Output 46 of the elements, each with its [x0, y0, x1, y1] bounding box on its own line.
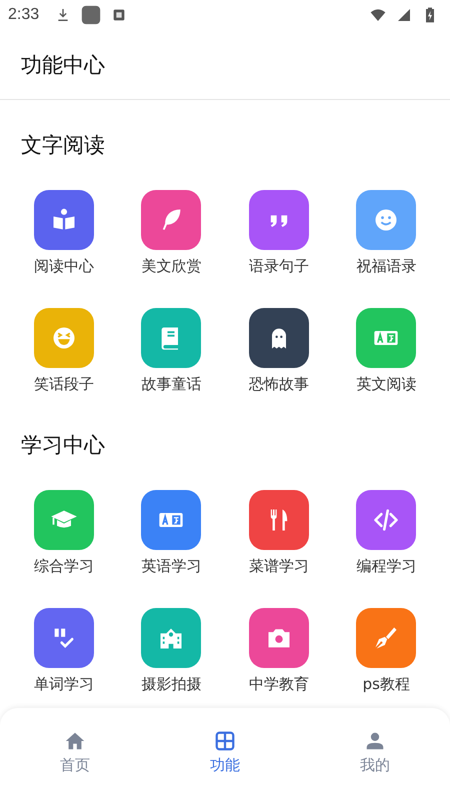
feature-label: ps教程	[362, 674, 410, 694]
feature-label: 英语学习	[141, 556, 202, 576]
section-heading: 文字阅读	[21, 132, 106, 159]
feature-label: 英文阅读	[356, 374, 416, 394]
feature-item[interactable]: 单词学习	[10, 608, 118, 694]
feature-item[interactable]: 故事童话	[118, 308, 225, 394]
feature-item[interactable]: 摄影拍摄	[118, 608, 225, 694]
feature-label: 笑话段子	[34, 374, 94, 394]
wifi-icon	[370, 7, 386, 23]
keyboard-notification-icon	[111, 7, 128, 23]
feature-item[interactable]: 综合学习	[10, 490, 118, 576]
feature-label: 美文欣赏	[141, 256, 202, 276]
feature-item[interactable]: 美文欣赏	[118, 190, 225, 276]
feature-item[interactable]: 阅读中心	[10, 190, 118, 276]
signal-icon	[396, 7, 412, 23]
feature-item[interactable]: 英文阅读	[332, 308, 440, 394]
feature-label: 菜谱学习	[248, 556, 309, 576]
feature-item[interactable]: ps教程	[332, 608, 440, 694]
feature-label: 语录句子	[248, 256, 309, 276]
feature-item[interactable]: 编程学习	[332, 490, 440, 576]
home-icon	[64, 730, 86, 752]
feature-item[interactable]: 菜谱学习	[225, 490, 332, 576]
nav-tab[interactable]: 我的	[340, 730, 410, 775]
nav-tab[interactable]: 首页	[40, 730, 110, 775]
feature-label: 综合学习	[34, 556, 94, 576]
feature-label: 中学教育	[248, 674, 309, 694]
feature-label: 阅读中心	[34, 256, 94, 276]
person-icon	[364, 730, 386, 752]
feature-label: 故事童话	[141, 374, 202, 394]
feature-item[interactable]: 恐怖故事	[225, 308, 332, 394]
clock-time: 2:33	[8, 6, 40, 24]
feature-label: 摄影拍摄	[141, 674, 202, 694]
nav-tab[interactable]: 功能	[190, 730, 260, 775]
feature-label: 恐怖故事	[248, 374, 309, 394]
feature-label: 单词学习	[34, 674, 94, 694]
feature-item[interactable]: 英语学习	[118, 490, 225, 576]
section-heading: 学习中心	[21, 432, 106, 459]
feature-item[interactable]: 祝福语录	[332, 190, 440, 276]
feature-label: 祝福语录	[356, 256, 416, 276]
grid-icon	[214, 730, 236, 752]
feature-item[interactable]: 中学教育	[225, 608, 332, 694]
page-title: 功能中心	[21, 52, 105, 78]
feature-item[interactable]: 语录句子	[225, 190, 332, 276]
app-notification-icon	[81, 5, 102, 25]
feature-label: 编程学习	[356, 556, 416, 576]
feature-item[interactable]: 笑话段子	[10, 308, 118, 394]
